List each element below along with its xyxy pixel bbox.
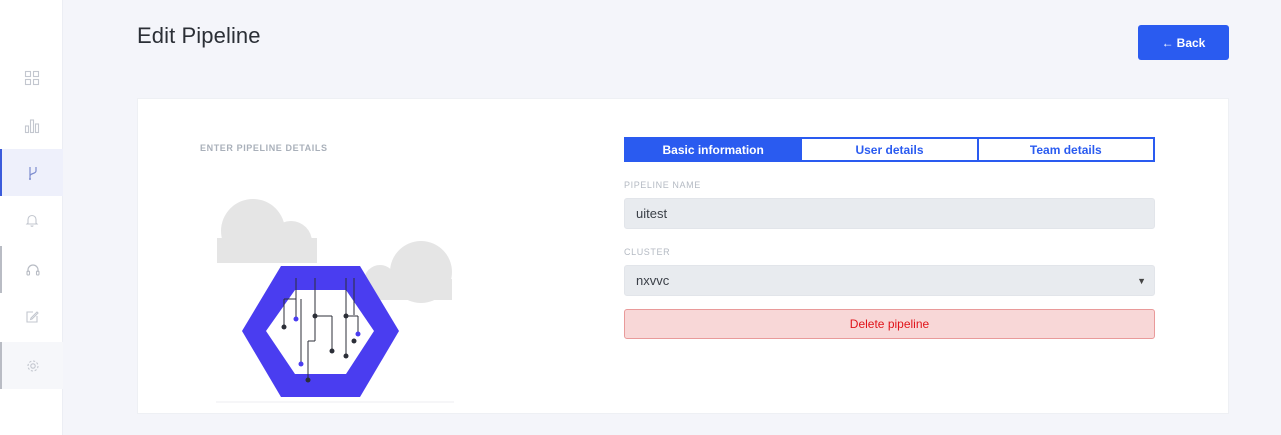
sidebar	[0, 0, 63, 435]
grid-icon	[24, 70, 39, 85]
cluster-label: CLUSTER	[624, 247, 671, 257]
caret-down-icon: ▼	[1137, 276, 1146, 286]
branch-icon	[28, 166, 37, 180]
sidebar-item-support[interactable]	[0, 246, 63, 293]
cluster-select[interactable]: nxvvc ▼	[624, 265, 1155, 296]
sidebar-item-settings[interactable]	[0, 342, 63, 389]
pipeline-name-value: uitest	[636, 206, 668, 221]
section-heading: ENTER PIPELINE DETAILS	[200, 143, 328, 153]
headset-icon	[25, 263, 40, 276]
arrow-left-icon: ←	[1161, 35, 1174, 50]
bell-icon	[25, 214, 38, 227]
back-button[interactable]: ← Back	[1138, 25, 1229, 60]
pipeline-name-field[interactable]: uitest	[624, 198, 1155, 229]
pipeline-form-card: ENTER PIPELINE DETAILS Basic information…	[137, 98, 1229, 414]
gear-icon	[26, 359, 39, 372]
pipeline-illustration	[216, 199, 454, 403]
sidebar-item-pipelines[interactable]	[0, 149, 63, 196]
page-title: Edit Pipeline	[137, 23, 261, 48]
cluster-value: nxvvc	[636, 273, 670, 288]
form-tabs: Basic information User details Team deta…	[624, 137, 1155, 162]
tab-team-details[interactable]: Team details	[976, 139, 1153, 160]
delete-pipeline-button[interactable]: Delete pipeline	[624, 309, 1155, 339]
pipeline-name-label: PIPELINE NAME	[624, 180, 701, 190]
sidebar-item-notifications[interactable]	[0, 196, 63, 243]
back-button-label: Back	[1176, 35, 1206, 50]
tab-user-details[interactable]: User details	[800, 139, 976, 160]
sidebar-item-analytics[interactable]	[0, 102, 63, 149]
tab-basic-information[interactable]: Basic information	[626, 139, 801, 160]
edit-icon	[25, 310, 39, 323]
bar-chart-icon	[24, 118, 39, 133]
sidebar-item-dashboard[interactable]	[0, 54, 63, 101]
sidebar-item-editor[interactable]	[0, 293, 63, 340]
